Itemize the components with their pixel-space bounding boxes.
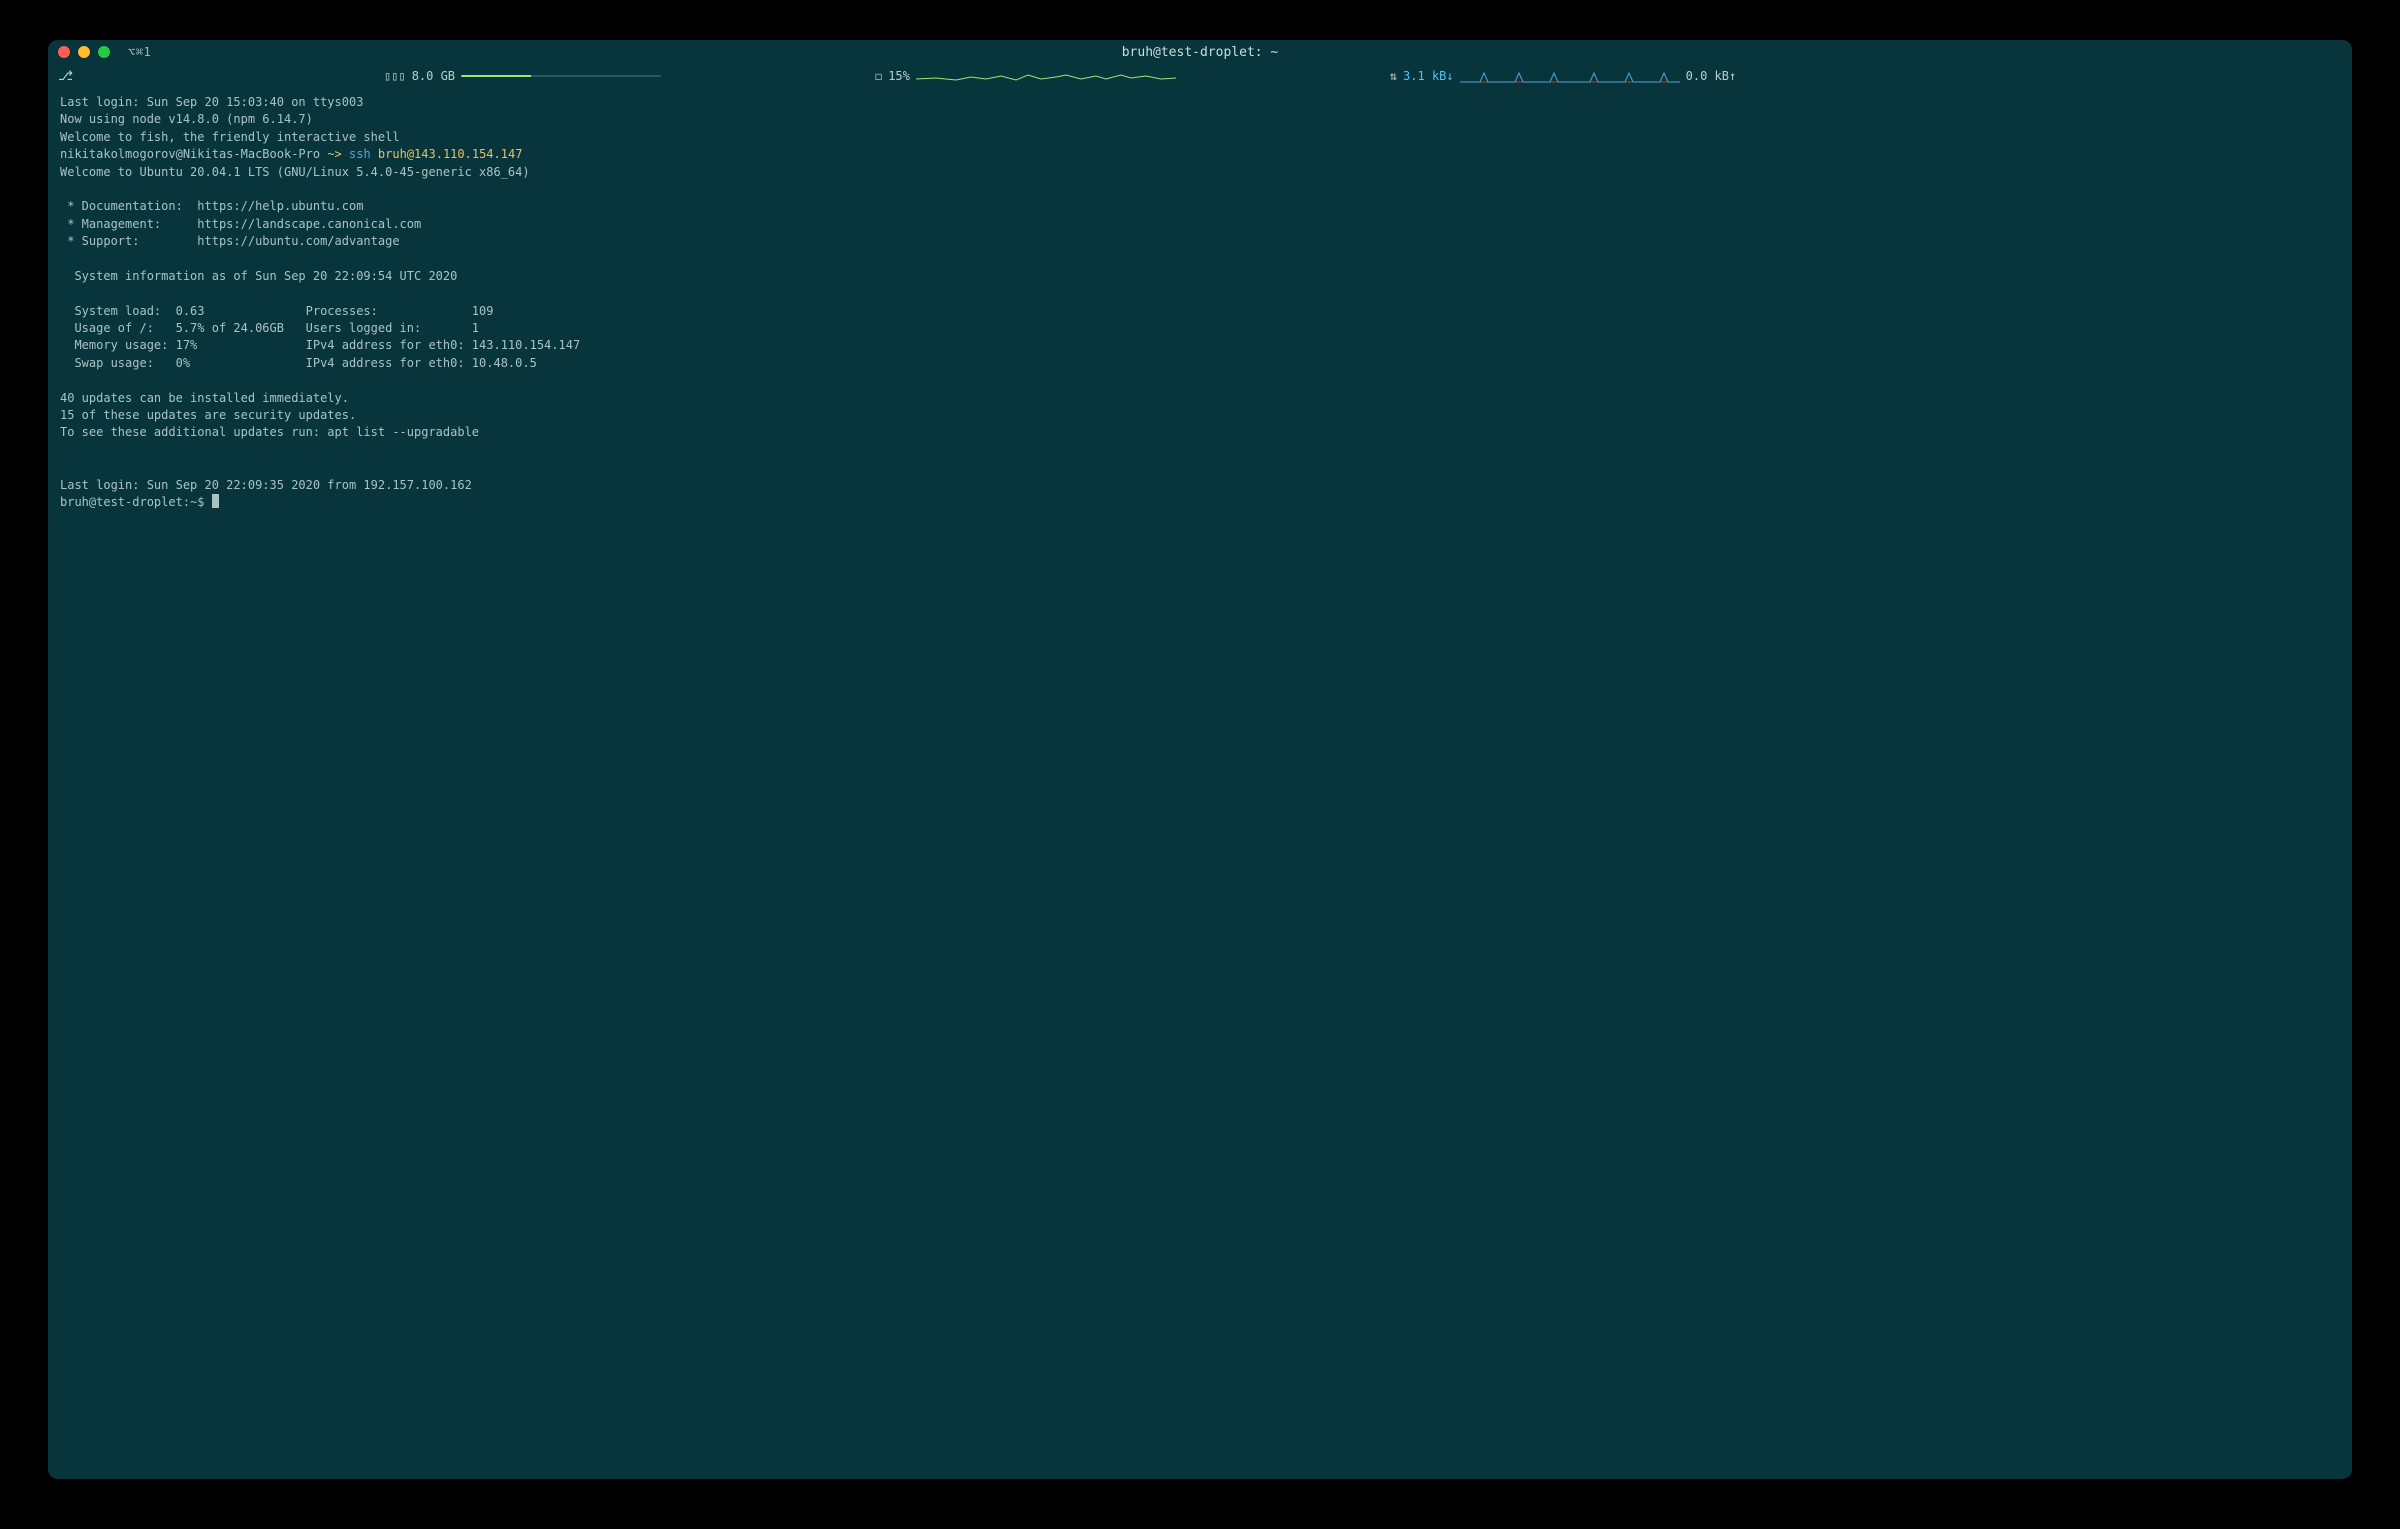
remote-prompt: bruh@test-droplet:~$: [60, 495, 212, 509]
cpu-sparkline: [916, 67, 1176, 85]
statusbar: ⎇ ▯▯▯ 8.0 GB ◻ 15% ⇅ 3.1 kB↓: [48, 64, 2352, 88]
cpu-icon: ◻: [875, 69, 882, 83]
term-line: Usage of /: 5.7% of 24.06GB Users logged…: [60, 321, 479, 335]
local-prompt-sep: ~>: [320, 147, 349, 161]
term-line: * Support: https://ubuntu.com/advantage: [60, 234, 400, 248]
close-icon[interactable]: [58, 46, 70, 58]
zoom-icon[interactable]: [98, 46, 110, 58]
cpu-widget: ◻ 15%: [875, 67, 1176, 85]
network-sparkline: [1460, 67, 1680, 85]
local-prompt-user: nikitakolmogorov@Nikitas-MacBook-Pro: [60, 147, 320, 161]
memory-label: 8.0 GB: [412, 69, 455, 83]
network-icon: ⇅: [1390, 69, 1397, 83]
term-line: System load: 0.63 Processes: 109: [60, 304, 493, 318]
term-line: Last login: Sun Sep 20 22:09:35 2020 fro…: [60, 478, 472, 492]
window-title: bruh@test-droplet: ~: [48, 45, 2352, 60]
term-line: Welcome to Ubuntu 20.04.1 LTS (GNU/Linux…: [60, 165, 530, 179]
network-widget: ⇅ 3.1 kB↓ 0.0 kB↑: [1390, 67, 1736, 85]
network-download: 3.1 kB↓: [1403, 69, 1454, 83]
cursor-block-icon[interactable]: [212, 494, 219, 508]
term-line: 40 updates can be installed immediately.: [60, 391, 349, 405]
memory-widget: ▯▯▯ 8.0 GB: [384, 69, 661, 83]
term-line: System information as of Sun Sep 20 22:0…: [60, 269, 457, 283]
term-line: 15 of these updates are security updates…: [60, 408, 356, 422]
term-line: To see these additional updates run: apt…: [60, 425, 479, 439]
term-line: Swap usage: 0% IPv4 address for eth0: 10…: [60, 356, 537, 370]
term-line: Now using node v14.8.0 (npm 6.14.7): [60, 112, 313, 126]
terminal-output[interactable]: Last login: Sun Sep 20 15:03:40 on ttys0…: [48, 88, 2352, 1479]
memory-bar: [461, 75, 661, 77]
git-branch-icon: ⎇: [58, 69, 73, 84]
tab-shortcut-label: ⌥⌘1: [128, 45, 151, 59]
term-line: Welcome to fish, the friendly interactiv…: [60, 130, 400, 144]
term-line: * Management: https://landscape.canonica…: [60, 217, 421, 231]
term-line: * Documentation: https://help.ubuntu.com: [60, 199, 363, 213]
memory-icon: ▯▯▯: [384, 69, 406, 83]
minimize-icon[interactable]: [78, 46, 90, 58]
ssh-argument: bruh@143.110.154.147: [378, 147, 523, 161]
cpu-label: 15%: [888, 69, 910, 83]
ssh-command: ssh: [349, 147, 371, 161]
term-line: Last login: Sun Sep 20 15:03:40 on ttys0…: [60, 95, 363, 109]
traffic-lights: [58, 46, 110, 58]
network-upload: 0.0 kB↑: [1686, 69, 1737, 83]
terminal-window: ⌥⌘1 bruh@test-droplet: ~ ⎇ ▯▯▯ 8.0 GB ◻ …: [48, 40, 2352, 1479]
term-line: Memory usage: 17% IPv4 address for eth0:…: [60, 338, 580, 352]
titlebar: ⌥⌘1 bruh@test-droplet: ~: [48, 40, 2352, 64]
